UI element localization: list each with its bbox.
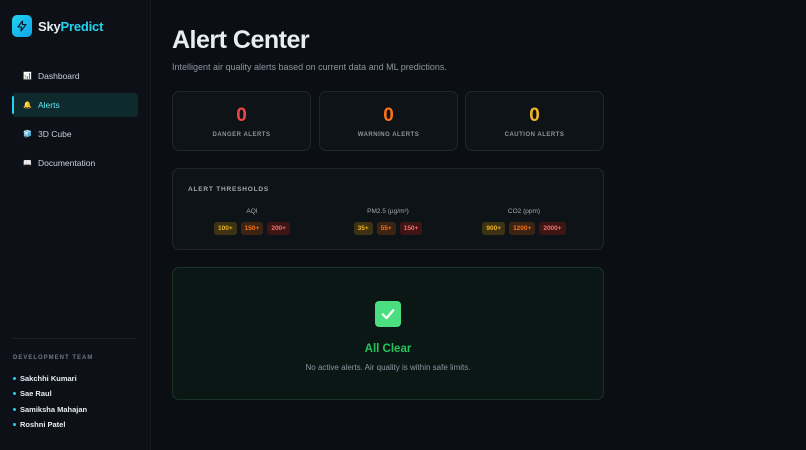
threshold-group-name: CO2 (ppm) <box>507 208 541 215</box>
alert-thresholds-panel: ALERT THRESHOLDS AQI 100+ 150+ 200+ PM2.… <box>172 168 604 250</box>
caution-alerts-card: 0 CAUTION ALERTS <box>465 91 604 151</box>
threshold-chip-warning: 55+ <box>376 222 396 235</box>
check-icon <box>375 301 401 327</box>
threshold-chip-caution: 35+ <box>353 222 373 235</box>
team-member: Sakchhi Kumari <box>13 371 87 386</box>
warning-alerts-count: 0 <box>383 105 394 126</box>
pm25-threshold-group: PM2.5 (µg/m³) 35+ 55+ 150+ <box>328 208 448 235</box>
sidebar-item-alerts[interactable]: 🔔 Alerts <box>12 93 138 117</box>
status-title: All Clear <box>364 343 412 355</box>
danger-alerts-label: DANGER ALERTS <box>212 132 271 138</box>
sidebar-item-3d-cube[interactable]: 🧊 3D Cube <box>12 122 138 146</box>
brand[interactable]: SkyPredict <box>12 15 103 37</box>
team-member-name: Roshni Patel <box>20 420 66 430</box>
thresholds-heading: ALERT THRESHOLDS <box>188 186 270 193</box>
team-member-name: Samiksha Mahajan <box>20 404 88 414</box>
team-heading: DEVELOPMENT TEAM <box>13 355 94 361</box>
team-member: Samiksha Mahajan <box>13 402 87 417</box>
sidebar-item-dashboard[interactable]: 📊 Dashboard <box>12 64 138 88</box>
danger-alerts-count: 0 <box>236 105 247 126</box>
team-member: Sae Raul <box>13 386 87 401</box>
sidebar: SkyPredict 📊 Dashboard 🔔 Alerts 🧊 3D Cub… <box>0 0 151 450</box>
threshold-chip-danger: 200+ <box>267 222 290 235</box>
co2-threshold-group: CO2 (ppm) 900+ 1200+ 2000+ <box>464 208 584 235</box>
bullet-icon <box>13 392 16 396</box>
threshold-chip-danger: 150+ <box>399 222 423 235</box>
team-member-name: Sae Raul <box>20 389 52 399</box>
bullet-icon <box>13 423 16 427</box>
all-clear-panel: All Clear No active alerts. Air quality … <box>172 267 604 400</box>
team-list: Sakchhi Kumari Sae Raul Samiksha Mahajan… <box>13 371 87 432</box>
threshold-chip-warning: 1200+ <box>509 222 536 235</box>
threshold-chip-caution: 900+ <box>482 222 506 235</box>
sidebar-item-label: Alerts <box>38 100 60 110</box>
caution-alerts-count: 0 <box>529 105 540 126</box>
cube-icon: 🧊 <box>23 131 32 138</box>
danger-alerts-card: 0 DANGER ALERTS <box>172 91 311 151</box>
page-title: Alert Center <box>172 26 310 54</box>
brand-name-part1: Sky <box>38 18 61 34</box>
sidebar-nav: 📊 Dashboard 🔔 Alerts 🧊 3D Cube 📖 Documen… <box>12 64 138 180</box>
threshold-chip-warning: 150+ <box>240 222 264 235</box>
bullet-icon <box>13 407 16 411</box>
brand-name-part2: Predict <box>60 18 104 34</box>
sidebar-item-documentation[interactable]: 📖 Documentation <box>12 151 138 175</box>
team-member: Roshni Patel <box>13 417 87 432</box>
sidebar-item-label: Dashboard <box>38 71 80 81</box>
alert-summary: 0 DANGER ALERTS 0 WARNING ALERTS 0 CAUTI… <box>172 91 604 151</box>
threshold-group-name: PM2.5 (µg/m³) <box>367 208 409 215</box>
bell-icon: 🔔 <box>23 102 32 109</box>
status-message: No active alerts. Air quality is within … <box>305 363 471 372</box>
sidebar-item-label: Documentation <box>38 158 96 168</box>
chart-icon: 📊 <box>23 73 32 80</box>
warning-alerts-card: 0 WARNING ALERTS <box>319 91 458 151</box>
sidebar-item-label: 3D Cube <box>38 129 72 139</box>
threshold-chip-caution: 100+ <box>214 222 237 235</box>
caution-alerts-label: CAUTION ALERTS <box>504 132 565 138</box>
warning-alerts-label: WARNING ALERTS <box>357 132 420 138</box>
threshold-chip-danger: 2000+ <box>539 222 566 235</box>
team-member-name: Sakchhi Kumari <box>20 374 77 384</box>
sidebar-divider <box>12 338 136 339</box>
page-subtitle: Intelligent air quality alerts based on … <box>172 62 447 72</box>
bullet-icon <box>13 377 16 381</box>
threshold-group-name: AQI <box>246 208 258 215</box>
aqi-threshold-group: AQI 100+ 150+ 200+ <box>192 208 312 235</box>
brand-name: SkyPredict <box>38 19 103 34</box>
lightning-icon <box>12 15 32 37</box>
book-icon: 📖 <box>23 160 32 167</box>
